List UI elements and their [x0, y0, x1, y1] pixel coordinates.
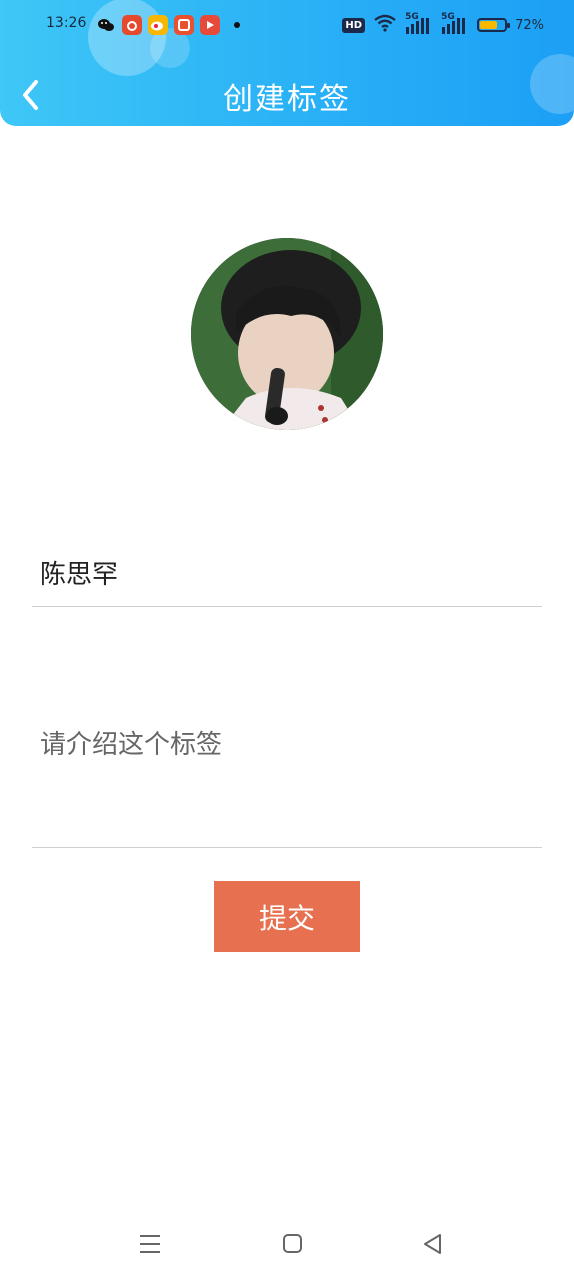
home-icon[interactable] [281, 1232, 307, 1256]
battery-icon [477, 18, 511, 32]
tag-avatar[interactable] [191, 238, 383, 430]
recent-apps-icon[interactable] [137, 1232, 163, 1256]
tag-name-field[interactable]: 陈思罕 [32, 548, 542, 607]
status-time: 13:26 [46, 15, 87, 31]
battery-level [480, 21, 498, 29]
hd-badge: HD [342, 17, 366, 33]
wifi-icon [373, 14, 397, 36]
more-notifications-dot [234, 22, 240, 28]
weibo-icon [148, 15, 168, 35]
signal-icon: 5G [405, 12, 433, 35]
tag-description-placeholder: 请介绍这个标签 [40, 730, 223, 760]
submit-button[interactable]: 提交 [214, 881, 360, 952]
video-play-icon [200, 15, 220, 35]
app-red-icon [122, 15, 142, 35]
signal-icon: 5G [441, 12, 469, 35]
notification-icons [96, 15, 240, 35]
wechat-icon [96, 15, 116, 35]
nav-back-icon[interactable] [421, 1232, 447, 1256]
tag-description-field[interactable]: 请介绍这个标签 [32, 722, 542, 848]
battery-percent: 72% [515, 17, 544, 33]
app-header: 13:26 HD 5G 5G 72% 创建标签 [0, 0, 574, 126]
page-title: 创建标签 [223, 82, 351, 117]
system-status: HD 5G 5G 72% [342, 12, 544, 36]
system-navigation-bar [0, 1220, 574, 1280]
tag-name-value: 陈思罕 [40, 560, 119, 590]
taobao-icon [174, 15, 194, 35]
